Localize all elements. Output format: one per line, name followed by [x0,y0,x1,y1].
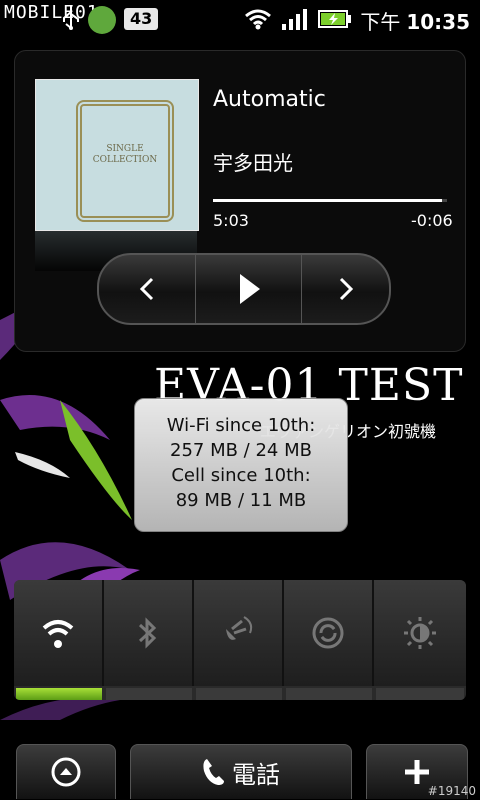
album-art[interactable]: SINGLE COLLECTION [35,79,199,231]
mobile01-logo: MOBILE01 [4,2,99,23]
notification-count-badge: 43 [124,8,159,30]
dock: 電話 #19140 [0,720,480,800]
wifi-usage-label: Wi-Fi since 10th: [166,415,316,436]
signal-strength-icon [282,9,307,30]
app-drawer-button[interactable] [16,744,116,799]
quick-settings-widget [14,580,466,700]
brightness-indicator [376,688,464,700]
album-text: SINGLE COLLECTION [92,144,158,165]
chevron-up-circle-icon [51,757,81,787]
phone-label: 電話 [232,760,280,789]
gps-satellite-icon [226,616,253,640]
brightness-icon [404,617,436,649]
status-bar[interactable]: MOBILE01 43 下午 10:35 [0,0,480,38]
cell-usage-value: 89 MB / 11 MB [175,490,307,511]
sync-icon [312,617,344,649]
watermark: #19140 [427,784,476,798]
chevron-left-icon [139,277,154,301]
phone-button[interactable]: 電話 [130,744,352,799]
remaining-time: -0:06 [411,211,453,230]
plus-icon [405,760,429,784]
track-artist: 宇多田光 [213,151,293,175]
chevron-right-icon [339,277,354,301]
previous-button[interactable] [99,255,195,323]
progress-bar[interactable] [213,199,447,202]
wifi-usage-value: 257 MB / 24 MB [170,440,312,461]
bluetooth-icon [138,617,157,649]
battery-charging-icon [318,10,351,28]
clock: 下午 10:35 [360,6,470,35]
clock-time: 10:35 [406,10,470,34]
usb-icon [63,6,79,30]
cell-usage-label: Cell since 10th: [171,465,311,486]
play-button[interactable] [195,255,302,323]
playback-controls [97,253,391,325]
track-title: Automatic [213,87,326,112]
bluetooth-toggle[interactable] [104,580,194,686]
gps-toggle[interactable] [194,580,284,686]
music-player-widget[interactable]: SINGLE COLLECTION Automatic 宇多田光 5:03 -0… [14,50,466,352]
phone-icon [203,759,224,785]
data-usage-widget[interactable]: Wi-Fi since 10th: 257 MB / 24 MB Cell si… [134,398,348,532]
next-button[interactable] [301,255,390,323]
wifi-toggle[interactable] [14,580,104,686]
brightness-toggle[interactable] [374,580,466,686]
play-icon [240,274,260,304]
wifi-status-icon [245,9,271,30]
clock-period: 下午 [360,10,401,34]
wifi-indicator-on [16,688,102,700]
sync-toggle[interactable] [284,580,374,686]
bluetooth-indicator [106,688,192,700]
sync-indicator [286,688,372,700]
elapsed-time: 5:03 [213,211,249,230]
album-frame: SINGLE COLLECTION [76,100,174,222]
android-notification-icon [88,6,116,34]
wifi-icon [42,620,74,648]
gps-indicator [196,688,282,700]
progress-fill [213,199,443,202]
